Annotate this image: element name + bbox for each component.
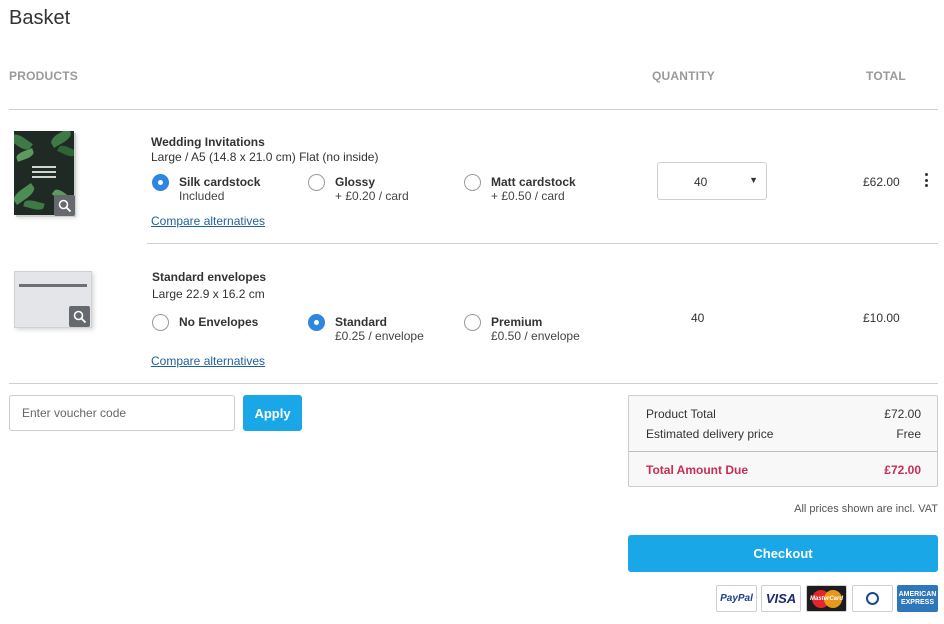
summary-divider xyxy=(629,451,937,452)
summary-label: Product Total xyxy=(646,407,716,421)
vat-note: All prices shown are incl. VAT xyxy=(794,503,938,515)
chevron-down-icon: ▼ xyxy=(749,175,758,185)
summary-value: £72.00 xyxy=(884,407,921,421)
page-title: Basket xyxy=(9,7,71,29)
option-price: + £0.50 / card xyxy=(491,189,565,203)
apply-voucher-button[interactable]: Apply xyxy=(243,395,302,431)
option-glossy[interactable]: Glossy + £0.20 / card xyxy=(308,174,409,203)
product-spec: Large 22.9 x 16.2 cm xyxy=(152,287,265,301)
option-label: Silk cardstock xyxy=(179,175,261,189)
option-no-envelopes[interactable]: No Envelopes xyxy=(152,314,258,331)
zoom-icon[interactable] xyxy=(54,195,75,216)
order-summary: Product Total £72.00 Estimated delivery … xyxy=(628,395,938,487)
summary-delivery: Estimated delivery price Free xyxy=(646,427,921,441)
more-options-icon[interactable] xyxy=(925,173,929,189)
product-name: Standard envelopes xyxy=(152,270,267,284)
voucher-code-input[interactable] xyxy=(9,395,235,431)
product-name: Wedding Invitations xyxy=(151,135,265,149)
option-label: Standard xyxy=(335,315,388,329)
quantity-value: 40 xyxy=(691,311,705,325)
items-bottom-divider xyxy=(9,383,938,384)
option-label: Matt cardstock xyxy=(491,175,576,189)
option-label: No Envelopes xyxy=(179,315,259,329)
compare-alternatives-link[interactable]: Compare alternatives xyxy=(151,354,265,368)
item-price: £10.00 xyxy=(863,311,900,325)
option-label: Glossy xyxy=(335,175,376,189)
option-price: £0.25 / envelope xyxy=(335,329,424,343)
summary-value: £72.00 xyxy=(884,463,921,477)
option-silk-cardstock[interactable]: Silk cardstock Included xyxy=(152,174,260,203)
header-divider xyxy=(9,109,938,110)
radio-unselected[interactable] xyxy=(464,174,481,191)
summary-value: Free xyxy=(896,427,921,441)
summary-label: Estimated delivery price xyxy=(646,427,774,441)
option-price: Included xyxy=(179,189,225,203)
mastercard-logo-text: MasterCard xyxy=(809,595,843,602)
amex-logo-icon: AMERICAN EXPRESS xyxy=(897,585,938,612)
product-spec: Large / A5 (14.8 x 21.0 cm) Flat (no ins… xyxy=(151,150,379,164)
summary-product-total: Product Total £72.00 xyxy=(646,407,921,421)
mastercard-logo-icon: MasterCard xyxy=(806,585,847,612)
item-divider xyxy=(147,243,938,244)
quantity-value: 40 xyxy=(694,175,708,189)
option-price: + £0.20 / card xyxy=(335,189,409,203)
radio-selected[interactable] xyxy=(308,314,325,331)
radio-unselected[interactable] xyxy=(152,314,169,331)
option-price: £0.50 / envelope xyxy=(491,329,580,343)
checkout-button[interactable]: Checkout xyxy=(628,535,938,572)
radio-unselected[interactable] xyxy=(308,174,325,191)
option-label: Premium xyxy=(491,315,543,329)
option-matt-cardstock[interactable]: Matt cardstock + £0.50 / card xyxy=(464,174,576,203)
diners-club-logo-icon xyxy=(852,585,893,612)
radio-unselected[interactable] xyxy=(464,314,481,331)
option-standard[interactable]: Standard £0.25 / envelope xyxy=(308,314,424,343)
radio-selected[interactable] xyxy=(152,174,169,191)
option-premium[interactable]: Premium £0.50 / envelope xyxy=(464,314,580,343)
item-price: £62.00 xyxy=(863,175,900,189)
summary-total-due: Total Amount Due £72.00 xyxy=(646,463,921,477)
column-header-quantity: QUANTITY xyxy=(652,69,715,83)
paypal-logo-icon: PayPal xyxy=(716,585,757,612)
visa-logo-text: VISA xyxy=(765,591,797,606)
summary-label: Total Amount Due xyxy=(646,463,748,477)
column-header-products: PRODUCTS xyxy=(9,69,78,83)
visa-logo-icon: VISA xyxy=(761,585,801,612)
paypal-logo-text: PayPal xyxy=(720,593,753,604)
compare-alternatives-link[interactable]: Compare alternatives xyxy=(151,214,265,228)
zoom-icon[interactable] xyxy=(69,306,90,327)
amex-logo-text: AMERICAN EXPRESS xyxy=(898,590,937,606)
quantity-select[interactable]: 40 ▼ xyxy=(657,162,767,200)
column-header-total: TOTAL xyxy=(866,69,906,83)
